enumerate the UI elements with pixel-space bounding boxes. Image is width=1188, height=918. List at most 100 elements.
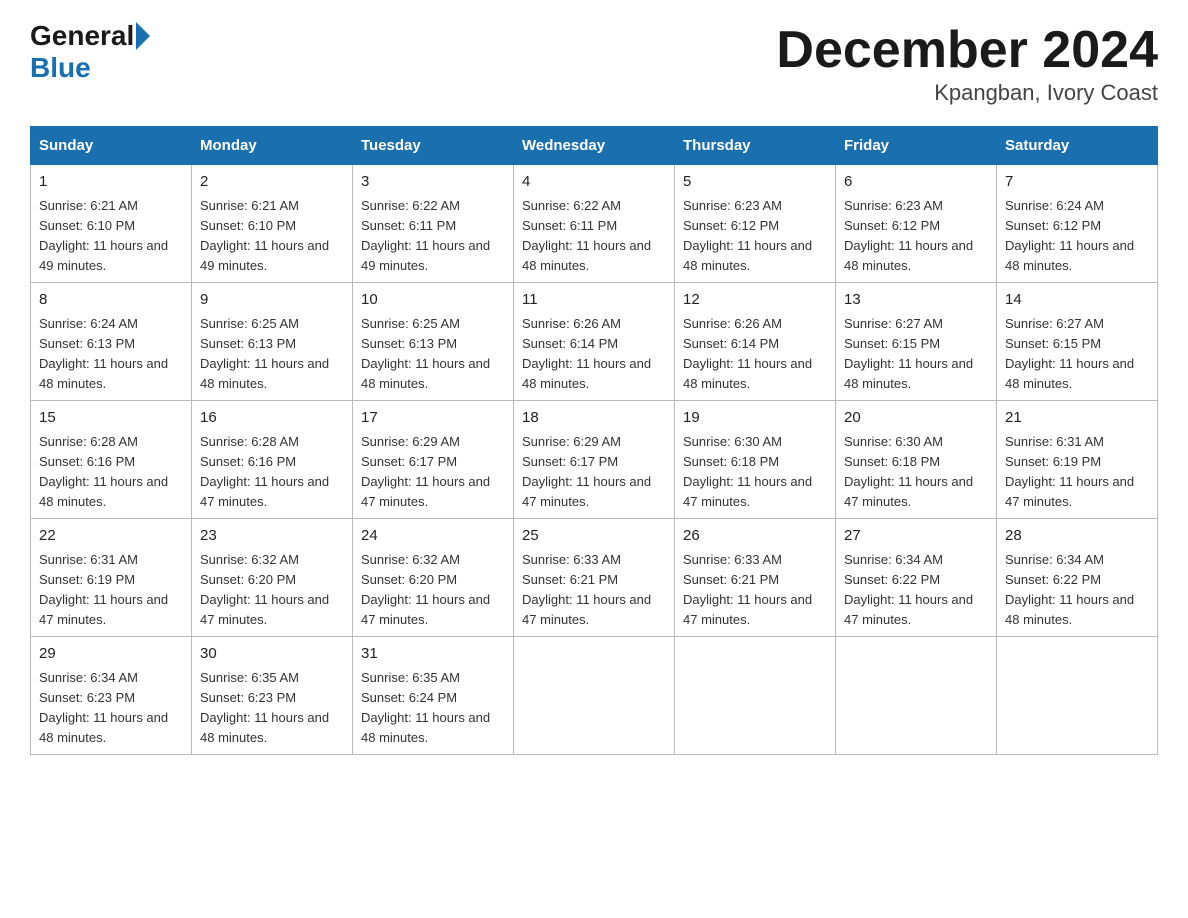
logo-arrow-icon [136,22,150,50]
table-row: 16 Sunrise: 6:28 AMSunset: 6:16 PMDaylig… [192,401,353,519]
day-number: 6 [844,171,988,194]
table-row: 1 Sunrise: 6:21 AMSunset: 6:10 PMDayligh… [31,165,192,283]
day-number: 2 [200,171,344,194]
day-number: 8 [39,289,183,312]
day-info: Sunrise: 6:30 AMSunset: 6:18 PMDaylight:… [844,434,973,509]
day-number: 3 [361,171,505,194]
table-row: 21 Sunrise: 6:31 AMSunset: 6:19 PMDaylig… [997,401,1158,519]
day-number: 11 [522,289,666,312]
table-row: 23 Sunrise: 6:32 AMSunset: 6:20 PMDaylig… [192,519,353,637]
table-row: 19 Sunrise: 6:30 AMSunset: 6:18 PMDaylig… [675,401,836,519]
table-row: 24 Sunrise: 6:32 AMSunset: 6:20 PMDaylig… [353,519,514,637]
calendar-table: Sunday Monday Tuesday Wednesday Thursday… [30,126,1158,755]
day-info: Sunrise: 6:24 AMSunset: 6:12 PMDaylight:… [1005,198,1134,273]
day-info: Sunrise: 6:21 AMSunset: 6:10 PMDaylight:… [39,198,168,273]
day-number: 7 [1005,171,1149,194]
table-row: 2 Sunrise: 6:21 AMSunset: 6:10 PMDayligh… [192,165,353,283]
table-row: 4 Sunrise: 6:22 AMSunset: 6:11 PMDayligh… [514,165,675,283]
day-info: Sunrise: 6:29 AMSunset: 6:17 PMDaylight:… [361,434,490,509]
table-row: 10 Sunrise: 6:25 AMSunset: 6:13 PMDaylig… [353,283,514,401]
day-number: 27 [844,525,988,548]
day-number: 9 [200,289,344,312]
header-thursday: Thursday [675,127,836,165]
table-row: 28 Sunrise: 6:34 AMSunset: 6:22 PMDaylig… [997,519,1158,637]
day-info: Sunrise: 6:35 AMSunset: 6:24 PMDaylight:… [361,670,490,745]
day-info: Sunrise: 6:32 AMSunset: 6:20 PMDaylight:… [361,552,490,627]
calendar-body: 1 Sunrise: 6:21 AMSunset: 6:10 PMDayligh… [31,165,1158,755]
day-info: Sunrise: 6:34 AMSunset: 6:22 PMDaylight:… [1005,552,1134,627]
table-row: 17 Sunrise: 6:29 AMSunset: 6:17 PMDaylig… [353,401,514,519]
day-info: Sunrise: 6:28 AMSunset: 6:16 PMDaylight:… [200,434,329,509]
day-info: Sunrise: 6:32 AMSunset: 6:20 PMDaylight:… [200,552,329,627]
day-number: 4 [522,171,666,194]
table-row: 29 Sunrise: 6:34 AMSunset: 6:23 PMDaylig… [31,637,192,755]
month-title: December 2024 [776,20,1158,80]
table-row [514,637,675,755]
table-row: 9 Sunrise: 6:25 AMSunset: 6:13 PMDayligh… [192,283,353,401]
day-number: 23 [200,525,344,548]
day-info: Sunrise: 6:33 AMSunset: 6:21 PMDaylight:… [683,552,812,627]
day-info: Sunrise: 6:22 AMSunset: 6:11 PMDaylight:… [361,198,490,273]
day-number: 31 [361,643,505,666]
table-row: 13 Sunrise: 6:27 AMSunset: 6:15 PMDaylig… [836,283,997,401]
day-info: Sunrise: 6:25 AMSunset: 6:13 PMDaylight:… [361,316,490,391]
day-number: 15 [39,407,183,430]
day-info: Sunrise: 6:23 AMSunset: 6:12 PMDaylight:… [683,198,812,273]
day-info: Sunrise: 6:22 AMSunset: 6:11 PMDaylight:… [522,198,651,273]
logo-blue-text: Blue [30,52,91,84]
day-info: Sunrise: 6:24 AMSunset: 6:13 PMDaylight:… [39,316,168,391]
table-row: 3 Sunrise: 6:22 AMSunset: 6:11 PMDayligh… [353,165,514,283]
table-row: 12 Sunrise: 6:26 AMSunset: 6:14 PMDaylig… [675,283,836,401]
calendar-header-row: Sunday Monday Tuesday Wednesday Thursday… [31,127,1158,165]
table-row: 31 Sunrise: 6:35 AMSunset: 6:24 PMDaylig… [353,637,514,755]
day-info: Sunrise: 6:25 AMSunset: 6:13 PMDaylight:… [200,316,329,391]
day-number: 29 [39,643,183,666]
header-saturday: Saturday [997,127,1158,165]
day-number: 14 [1005,289,1149,312]
day-info: Sunrise: 6:27 AMSunset: 6:15 PMDaylight:… [844,316,973,391]
table-row: 11 Sunrise: 6:26 AMSunset: 6:14 PMDaylig… [514,283,675,401]
page-header: General Blue December 2024 Kpangban, Ivo… [30,20,1158,106]
day-number: 17 [361,407,505,430]
table-row: 5 Sunrise: 6:23 AMSunset: 6:12 PMDayligh… [675,165,836,283]
day-info: Sunrise: 6:34 AMSunset: 6:22 PMDaylight:… [844,552,973,627]
day-info: Sunrise: 6:30 AMSunset: 6:18 PMDaylight:… [683,434,812,509]
header-friday: Friday [836,127,997,165]
day-number: 26 [683,525,827,548]
calendar-week-row: 29 Sunrise: 6:34 AMSunset: 6:23 PMDaylig… [31,637,1158,755]
day-number: 19 [683,407,827,430]
day-info: Sunrise: 6:28 AMSunset: 6:16 PMDaylight:… [39,434,168,509]
table-row: 18 Sunrise: 6:29 AMSunset: 6:17 PMDaylig… [514,401,675,519]
day-info: Sunrise: 6:35 AMSunset: 6:23 PMDaylight:… [200,670,329,745]
day-number: 1 [39,171,183,194]
day-info: Sunrise: 6:29 AMSunset: 6:17 PMDaylight:… [522,434,651,509]
day-number: 28 [1005,525,1149,548]
table-row: 8 Sunrise: 6:24 AMSunset: 6:13 PMDayligh… [31,283,192,401]
header-wednesday: Wednesday [514,127,675,165]
day-number: 24 [361,525,505,548]
day-info: Sunrise: 6:31 AMSunset: 6:19 PMDaylight:… [1005,434,1134,509]
day-number: 20 [844,407,988,430]
logo-general-text: General [30,20,134,52]
calendar-week-row: 1 Sunrise: 6:21 AMSunset: 6:10 PMDayligh… [31,165,1158,283]
header-monday: Monday [192,127,353,165]
header-sunday: Sunday [31,127,192,165]
calendar-week-row: 15 Sunrise: 6:28 AMSunset: 6:16 PMDaylig… [31,401,1158,519]
table-row: 30 Sunrise: 6:35 AMSunset: 6:23 PMDaylig… [192,637,353,755]
day-number: 21 [1005,407,1149,430]
table-row: 20 Sunrise: 6:30 AMSunset: 6:18 PMDaylig… [836,401,997,519]
day-info: Sunrise: 6:31 AMSunset: 6:19 PMDaylight:… [39,552,168,627]
table-row [675,637,836,755]
day-number: 12 [683,289,827,312]
location: Kpangban, Ivory Coast [776,80,1158,106]
day-info: Sunrise: 6:26 AMSunset: 6:14 PMDaylight:… [683,316,812,391]
table-row: 6 Sunrise: 6:23 AMSunset: 6:12 PMDayligh… [836,165,997,283]
day-info: Sunrise: 6:23 AMSunset: 6:12 PMDaylight:… [844,198,973,273]
day-number: 13 [844,289,988,312]
table-row: 26 Sunrise: 6:33 AMSunset: 6:21 PMDaylig… [675,519,836,637]
day-number: 18 [522,407,666,430]
title-block: December 2024 Kpangban, Ivory Coast [776,20,1158,106]
day-info: Sunrise: 6:33 AMSunset: 6:21 PMDaylight:… [522,552,651,627]
logo: General Blue [30,20,152,84]
day-number: 5 [683,171,827,194]
